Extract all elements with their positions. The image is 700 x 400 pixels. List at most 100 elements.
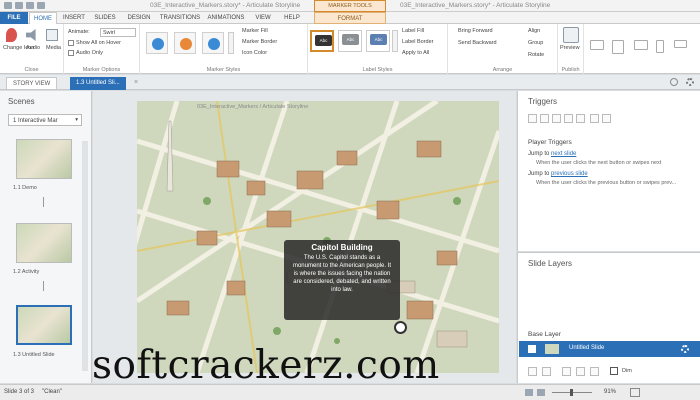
new-trigger-icon[interactable] xyxy=(528,114,537,123)
icon-color-button[interactable]: Icon Color xyxy=(242,50,267,56)
close-tab-icon[interactable]: × xyxy=(134,79,141,86)
scenes-panel: Scenes 1 Interactive Mar ▾ 1.1 Demo 1.2 … xyxy=(0,91,92,383)
story-view-icon[interactable] xyxy=(537,389,545,396)
tab-format[interactable]: FORMAT xyxy=(314,12,386,24)
undo-icon[interactable] xyxy=(15,2,23,9)
zoom-level: 91% xyxy=(604,389,617,395)
label-style-blue[interactable]: Abc xyxy=(366,30,390,52)
marker-styles-group: Marker Fill Marker Border Icon Color Mar… xyxy=(140,24,308,74)
move-down-icon[interactable] xyxy=(602,114,611,123)
duplicate-layer-icon[interactable] xyxy=(542,367,551,376)
slide-header-text: 03E_Interactive_Markers / Articulate Sto… xyxy=(197,104,309,110)
copy-layer-icon[interactable] xyxy=(562,367,571,376)
delete-trigger-icon[interactable] xyxy=(576,114,585,123)
base-layer-label: Base Layer xyxy=(528,331,561,338)
tab-animations[interactable]: ANIMATIONS xyxy=(204,12,248,24)
label-border-button[interactable]: Label Border xyxy=(402,39,434,45)
edit-trigger-icon[interactable] xyxy=(540,114,549,123)
fit-to-window-icon[interactable] xyxy=(630,388,640,397)
new-layer-icon[interactable] xyxy=(528,367,537,376)
label-style-gray[interactable]: Abc xyxy=(338,30,362,52)
label-fill-button[interactable]: Label Fill xyxy=(402,28,424,34)
tab-design[interactable]: DESIGN xyxy=(122,12,156,24)
window-title: 03E_Interactive_Markers.story* - Articul… xyxy=(150,2,301,9)
audio-label: Audio xyxy=(26,45,41,51)
slide-layers-title: Slide Layers xyxy=(528,259,573,268)
paste-layer-icon[interactable] xyxy=(576,367,585,376)
gear-icon[interactable] xyxy=(686,78,694,86)
layer-visible-checkbox[interactable] xyxy=(528,345,536,353)
tab-help[interactable]: HELP xyxy=(279,12,305,24)
marker-style-blue-2[interactable] xyxy=(202,32,224,54)
paste-trigger-icon[interactable] xyxy=(564,114,573,123)
label-styles-more[interactable] xyxy=(392,30,398,52)
preview-icon[interactable] xyxy=(563,27,579,43)
slide-stage[interactable]: 03E_Interactive_Markers / Articulate Sto… xyxy=(137,101,499,373)
show-all-checkbox[interactable] xyxy=(68,40,74,46)
preview-label: Preview xyxy=(560,45,580,51)
slide-caption-activity: 1.2 Activity xyxy=(13,269,40,275)
normal-view-icon[interactable] xyxy=(525,389,533,396)
group-button[interactable]: Group xyxy=(528,40,543,46)
phone-landscape-icon[interactable] xyxy=(674,40,687,48)
trigger-2: Jump to previous slide xyxy=(528,171,588,177)
bring-forward-button[interactable]: Bring Forward xyxy=(458,28,493,34)
redo-icon[interactable] xyxy=(26,2,34,9)
label-style-dark[interactable]: Abc xyxy=(310,30,334,52)
zoom-thumb[interactable] xyxy=(570,389,573,396)
layer-gear-icon[interactable] xyxy=(681,345,689,353)
scene-selector[interactable]: 1 Interactive Mar ▾ xyxy=(8,114,82,126)
marker-fill-button[interactable]: Marker Fill xyxy=(242,28,268,34)
tablet-landscape-icon[interactable] xyxy=(634,40,648,50)
scenes-title: Scenes xyxy=(8,97,35,106)
current-slide-tab[interactable]: 1.3 Untitled Sli... xyxy=(70,77,126,90)
triggers-toolbar xyxy=(528,114,648,125)
marker-change-icon[interactable] xyxy=(6,28,17,42)
tab-home[interactable]: HOME xyxy=(29,12,57,24)
marker-style-orange[interactable] xyxy=(174,32,196,54)
scenes-scrollbar[interactable] xyxy=(82,141,88,371)
audio-icon[interactable] xyxy=(26,29,36,41)
animate-label: Animate: xyxy=(68,29,90,35)
layer-row-untitled[interactable]: Untitled Slide xyxy=(519,341,700,357)
marker-styles-more[interactable] xyxy=(228,32,234,54)
story-view-tab[interactable]: STORY VIEW xyxy=(6,77,58,90)
tab-file[interactable]: FILE xyxy=(0,12,28,24)
marker-border-button[interactable]: Marker Border xyxy=(242,39,277,45)
previous-slide-link[interactable]: previous slide xyxy=(551,171,588,177)
tab-slides[interactable]: SLIDES xyxy=(91,12,119,24)
desktop-preview-icon[interactable] xyxy=(590,40,604,50)
copy-trigger-icon[interactable] xyxy=(552,114,561,123)
tab-transitions[interactable]: TRANSITIONS xyxy=(158,12,202,24)
help-icon[interactable] xyxy=(670,78,678,86)
tablet-portrait-icon[interactable] xyxy=(612,40,624,54)
close-group-label: Close xyxy=(24,67,39,73)
tab-view[interactable]: VIEW xyxy=(250,12,276,24)
theme-name: "Clean" xyxy=(42,389,62,395)
tab-insert[interactable]: INSERT xyxy=(60,12,88,24)
label-styles-group: Abc Abc Abc Label Fill Label Border Appl… xyxy=(308,24,448,74)
audio-only-checkbox[interactable] xyxy=(68,50,74,56)
send-backward-button[interactable]: Send Backward xyxy=(458,40,497,46)
media-icon[interactable] xyxy=(46,29,58,41)
marker-icon[interactable] xyxy=(394,321,407,334)
slide-thumb-demo[interactable] xyxy=(16,139,72,179)
animate-select[interactable]: Swirl xyxy=(100,28,136,37)
slide-thumb-activity[interactable] xyxy=(16,223,72,263)
marker-style-blue[interactable] xyxy=(146,32,168,54)
save-icon[interactable] xyxy=(4,2,12,9)
dim-checkbox[interactable] xyxy=(610,367,618,375)
trigger-1: Jump to next slide xyxy=(528,151,577,157)
next-slide-link[interactable]: next slide xyxy=(551,151,576,157)
slide-thumb-untitled[interactable] xyxy=(16,305,72,345)
quick-access-toolbar xyxy=(4,2,144,10)
move-up-icon[interactable] xyxy=(590,114,599,123)
rotate-button[interactable]: Rotate xyxy=(528,52,544,58)
show-all-label: Show All on Hover xyxy=(76,40,121,46)
phone-portrait-icon[interactable] xyxy=(656,40,664,53)
trigger-2-desc: When the user clicks the previous button… xyxy=(536,180,677,186)
delete-layer-icon[interactable] xyxy=(590,367,599,376)
apply-to-all-button[interactable]: Apply to All xyxy=(402,50,429,56)
customize-icon[interactable] xyxy=(37,2,45,9)
align-button[interactable]: Align xyxy=(528,28,540,34)
